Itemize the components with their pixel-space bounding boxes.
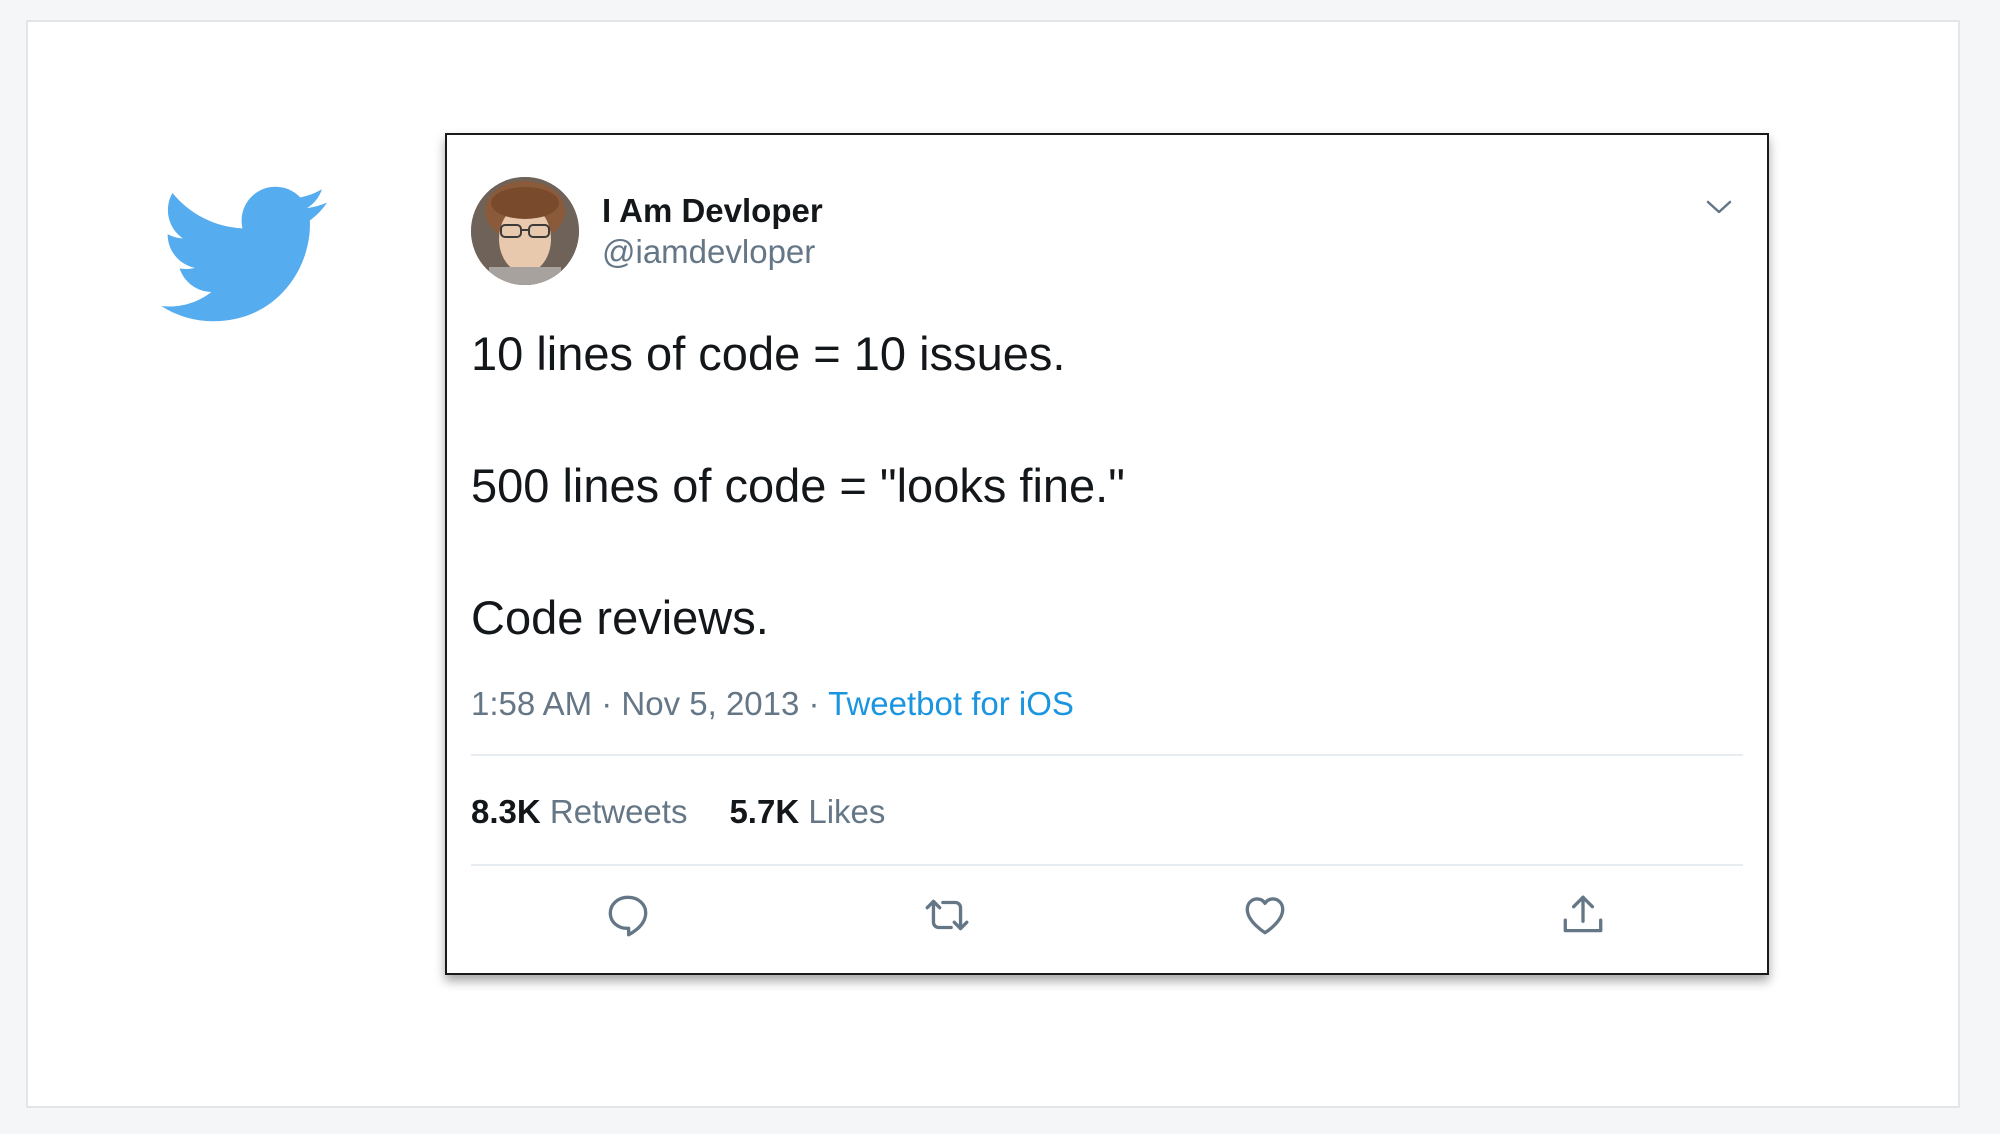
retweets-label: Retweets (549, 793, 688, 830)
author-handle[interactable]: @iamdevloper (602, 233, 815, 271)
avatar[interactable] (471, 177, 579, 285)
divider (471, 754, 1743, 756)
meta-separator: · (799, 685, 829, 722)
tweet-time[interactable]: 1:58 AM (471, 685, 592, 722)
likes-label: Likes (808, 793, 886, 830)
divider (471, 864, 1743, 866)
slide-background: I Am Devloper @iamdevloper 10 lines of c… (26, 20, 1960, 1108)
tweet-text-line-3: Code reviews. (471, 591, 769, 644)
chevron-down-icon[interactable] (1705, 197, 1733, 217)
meta-separator: · (592, 685, 622, 722)
retweet-icon[interactable] (922, 890, 972, 940)
tweet-card: I Am Devloper @iamdevloper 10 lines of c… (445, 133, 1769, 975)
tweet-stats: 8.3K Retweets 5.7K Likes (471, 793, 885, 831)
retweets-count: 8.3K (471, 793, 541, 830)
tweet-text-line-2: 500 lines of code = "looks fine." (471, 459, 1125, 512)
likes-stat[interactable]: 5.7K Likes (729, 793, 885, 830)
tweet-source-link[interactable]: Tweetbot for iOS (828, 685, 1074, 722)
author-name[interactable]: I Am Devloper (602, 192, 823, 230)
tweet-metadata: 1:58 AM · Nov 5, 2013 · Tweetbot for iOS (471, 685, 1074, 723)
reply-icon[interactable] (603, 890, 653, 940)
heart-icon[interactable] (1240, 890, 1290, 940)
tweet-date[interactable]: Nov 5, 2013 (621, 685, 799, 722)
avatar-image (471, 177, 579, 285)
likes-count: 5.7K (729, 793, 800, 830)
twitter-bird-icon (161, 186, 327, 322)
retweets-stat[interactable]: 8.3K Retweets (471, 793, 687, 830)
share-icon[interactable] (1558, 890, 1608, 940)
tweet-text-line-1: 10 lines of code = 10 issues. (471, 327, 1066, 380)
